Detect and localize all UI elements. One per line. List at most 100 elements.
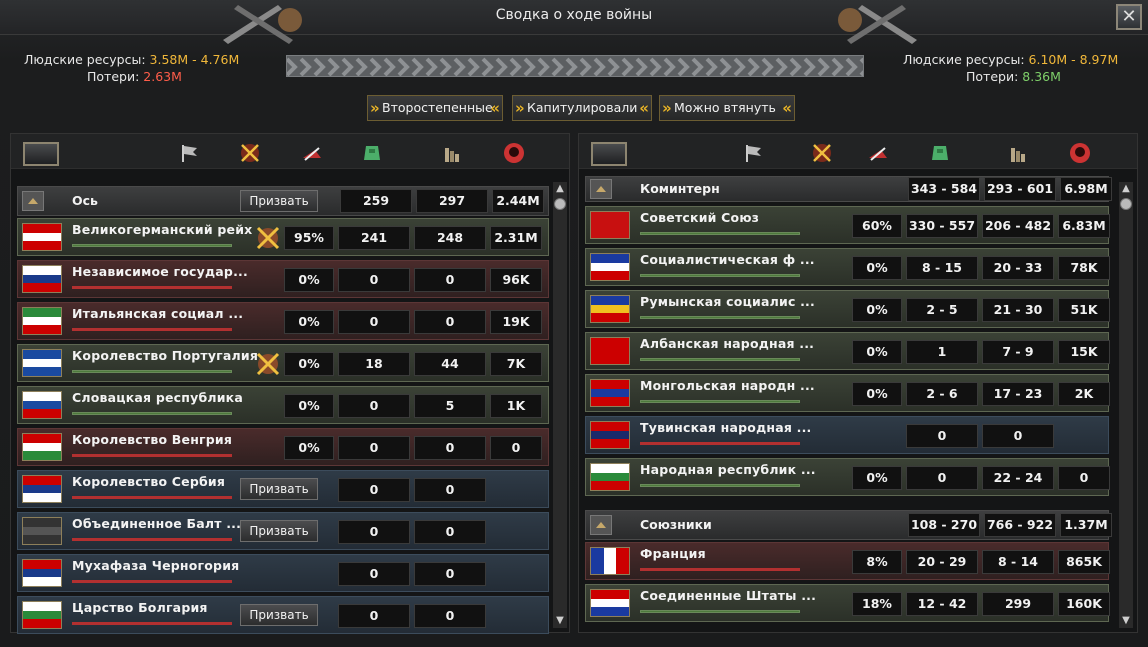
country-row[interactable]: Монгольская народн ... 0% 2 - 6 17 - 23 2K: [585, 374, 1110, 412]
country-row[interactable]: Советский Союз 60% 330 - 557 206 - 482 6.83M: [585, 206, 1110, 244]
participation-percent: 0%: [852, 382, 902, 406]
call-all-button[interactable]: Призвать все: [240, 190, 318, 228]
country-flag[interactable]: [590, 463, 630, 491]
country-flag[interactable]: [590, 295, 630, 323]
country-flag[interactable]: [22, 223, 62, 251]
war-support-bar: [640, 400, 800, 403]
collapse-arrow-icon[interactable]: [22, 191, 44, 211]
equipment-icon[interactable]: [361, 142, 383, 164]
country-row[interactable]: Великогерманский рейх 95% 241 248 2.31M: [17, 218, 549, 256]
column-header-row: [579, 134, 1137, 169]
allies-group-header[interactable]: Союзники 108 - 270 766 - 922 1.37M: [585, 510, 1112, 540]
sort-by-flag-button[interactable]: [591, 142, 627, 166]
flag-icon[interactable]: [743, 142, 765, 164]
country-flag[interactable]: [22, 265, 62, 293]
country-flag[interactable]: [590, 253, 630, 281]
country-row[interactable]: Народная республик ... 0% 0 22 - 24 0: [585, 458, 1110, 496]
country-flag[interactable]: [22, 601, 62, 629]
losses-value: 96K: [490, 268, 542, 292]
factory-icon[interactable]: [441, 142, 463, 164]
country-row[interactable]: Царство Болгария Призвать 0 0: [17, 596, 549, 634]
country-row[interactable]: Объединенное Балт ... Призвать 0 0: [17, 512, 549, 550]
divisions-value: 241: [338, 226, 410, 250]
participation-percent: 8%: [852, 550, 902, 574]
scroll-down-icon[interactable]: ▼: [553, 614, 567, 628]
war-support-bar: [72, 454, 232, 457]
call-to-war-button[interactable]: Призвать: [240, 478, 318, 500]
comintern-group-header[interactable]: Коминтерн 343 - 584 293 - 601 6.98M: [585, 176, 1112, 202]
losses-label: Потери:: [87, 69, 140, 84]
skull-icon[interactable]: [503, 142, 525, 164]
scroll-knob[interactable]: [554, 198, 566, 210]
country-flag[interactable]: [22, 433, 62, 461]
close-button[interactable]: ✕: [1116, 4, 1142, 30]
allies-scrollbar[interactable]: ▲ ▼: [1119, 182, 1133, 628]
flag-icon[interactable]: [179, 142, 201, 164]
country-row[interactable]: Королевство Венгрия 0% 0 0 0: [17, 428, 549, 466]
scroll-down-icon[interactable]: ▼: [1119, 614, 1133, 628]
collapse-arrow-icon[interactable]: [590, 179, 612, 199]
country-flag[interactable]: [590, 211, 630, 239]
filter-capitulated-button[interactable]: » Капитулировали «: [512, 95, 652, 121]
losses-value: 6.83M: [1058, 214, 1110, 238]
collapse-arrow-icon[interactable]: [590, 515, 612, 535]
swords-icon[interactable]: [811, 142, 833, 164]
war-support-bar: [72, 370, 232, 373]
country-flag[interactable]: [590, 589, 630, 617]
country-name: Монгольская народн ...: [640, 378, 815, 393]
country-row[interactable]: Итальянская социал ... 0% 0 0 19K: [17, 302, 549, 340]
country-row[interactable]: Независимое государ... 0% 0 0 96K: [17, 260, 549, 298]
country-row[interactable]: Франция 8% 20 - 29 8 - 14 865K: [585, 542, 1110, 580]
manpower-label: Людские ресурсы:: [24, 52, 146, 67]
country-flag[interactable]: [590, 379, 630, 407]
axis-group-header[interactable]: Ось Призвать все 259 297 2.44M: [17, 186, 549, 228]
scroll-up-icon[interactable]: ▲: [553, 182, 567, 196]
equipment-value: 0: [414, 436, 486, 460]
war-overview-window: Сводка о ходе войны ✕ Людские ресурсы: 3…: [0, 0, 1148, 647]
divisions-value: 0: [338, 520, 410, 544]
call-to-war-button[interactable]: Призвать: [240, 604, 318, 626]
war-support-bar: [72, 538, 232, 541]
axis-scrollbar[interactable]: ▲ ▼: [553, 182, 567, 628]
country-name: Франция: [640, 546, 706, 561]
country-row[interactable]: Словацкая республика 0% 0 5 1K: [17, 386, 549, 424]
country-flag[interactable]: [22, 475, 62, 503]
factory-icon[interactable]: [1007, 142, 1029, 164]
war-participant-icon: [256, 226, 280, 250]
country-flag[interactable]: [590, 421, 630, 449]
country-row[interactable]: Албанская народная ... 0% 1 7 - 9 15K: [585, 332, 1110, 370]
country-row[interactable]: Социалистическая ф ... 0% 8 - 15 20 - 33 78K: [585, 248, 1110, 286]
chevron-right-icon: »: [515, 99, 525, 117]
war-support-bar: [640, 316, 800, 319]
country-flag[interactable]: [590, 547, 630, 575]
casualties-icon[interactable]: [301, 142, 323, 164]
country-row[interactable]: Тувинская народная ... 0 0: [585, 416, 1109, 454]
country-flag[interactable]: [590, 337, 630, 365]
country-flag[interactable]: [22, 391, 62, 419]
call-to-war-button[interactable]: Призвать: [240, 520, 318, 542]
country-flag[interactable]: [22, 307, 62, 335]
total-losses: 6.98M: [1060, 177, 1112, 201]
war-balance-bar: [286, 55, 864, 77]
country-row[interactable]: Мухафаза Черногория 0 0: [17, 554, 549, 592]
swords-icon[interactable]: [239, 142, 261, 164]
country-flag[interactable]: [22, 559, 62, 587]
equipment-icon[interactable]: [929, 142, 951, 164]
country-row[interactable]: Королевство Португалия 0% 18 44 7K: [17, 344, 549, 382]
participation-percent: 0%: [284, 268, 334, 292]
country-flag[interactable]: [22, 517, 62, 545]
casualties-icon[interactable]: [867, 142, 889, 164]
skull-icon[interactable]: [1069, 142, 1091, 164]
country-flag[interactable]: [22, 349, 62, 377]
scroll-knob[interactable]: [1120, 198, 1132, 210]
sort-by-flag-button[interactable]: [23, 142, 59, 166]
country-row[interactable]: Соединенные Штаты ... 18% 12 - 42 299 160K: [585, 584, 1110, 622]
filter-secondary-button[interactable]: » Второстепенные «: [367, 95, 503, 121]
filter-can-involve-button[interactable]: » Можно втянуть «: [659, 95, 795, 121]
country-row[interactable]: Румынская социалис ... 0% 2 - 5 21 - 30 51K: [585, 290, 1110, 328]
country-row[interactable]: Королевство Сербия Призвать 0 0: [17, 470, 549, 508]
country-name: Соединенные Штаты ...: [640, 588, 817, 603]
losses-value: 19K: [490, 310, 542, 334]
country-name: Мухафаза Черногория: [72, 558, 240, 573]
scroll-up-icon[interactable]: ▲: [1119, 182, 1133, 196]
